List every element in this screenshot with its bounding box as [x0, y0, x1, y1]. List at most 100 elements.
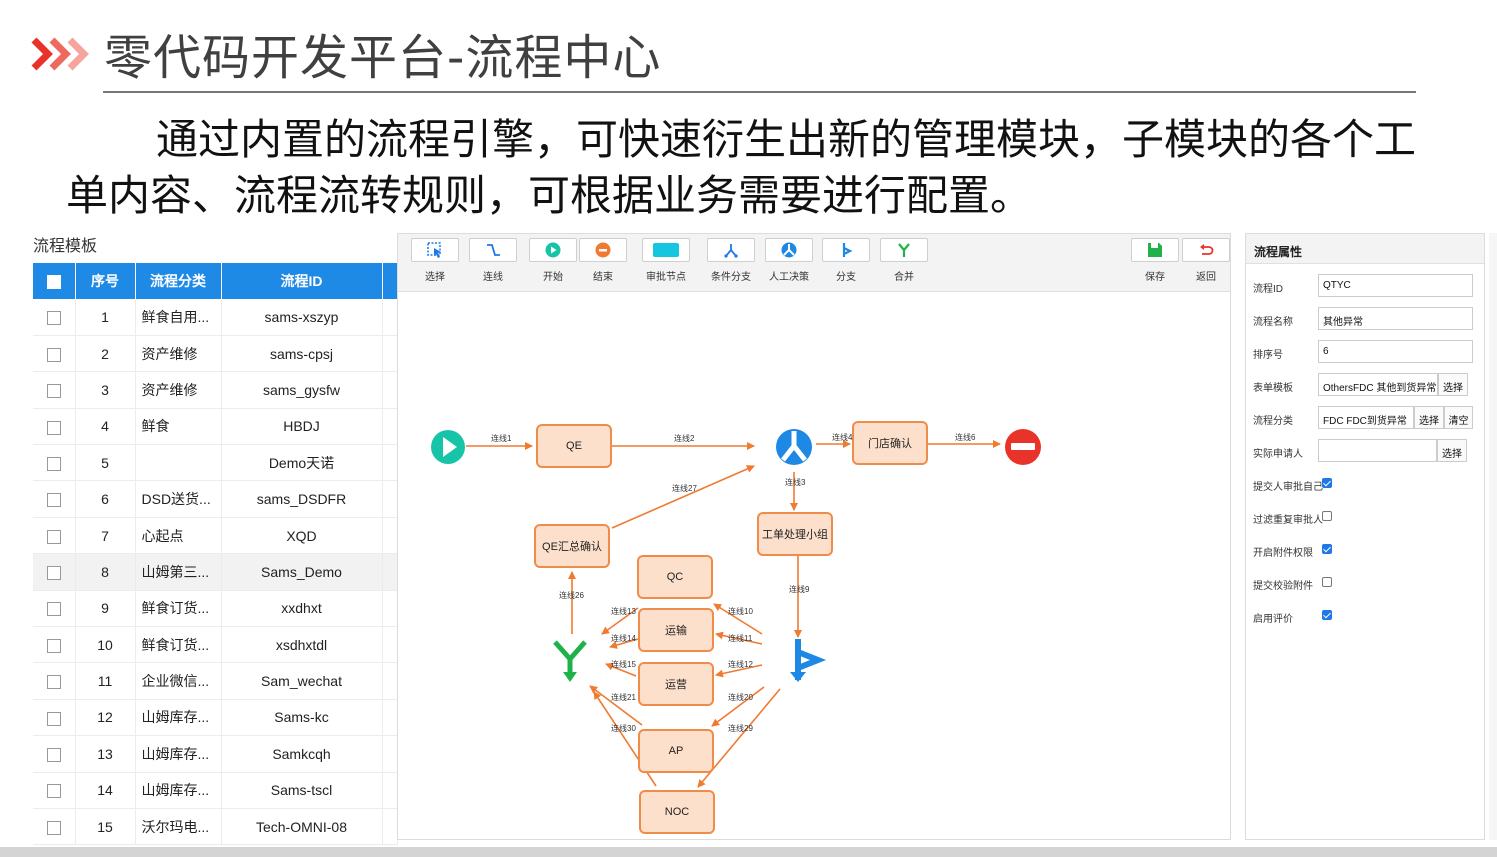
- attach-check-label: 提交校验附件: [1253, 581, 1313, 592]
- row-select-cell[interactable]: [33, 662, 76, 700]
- row-select-cell[interactable]: [33, 444, 76, 482]
- row-select-cell[interactable]: [33, 699, 76, 737]
- row-checkbox[interactable]: [46, 675, 61, 690]
- edge-label-30: 连线30: [611, 724, 636, 733]
- category-input[interactable]: FDC FDC到货异常: [1318, 406, 1414, 429]
- start-node[interactable]: [431, 430, 465, 464]
- table-header-row: 序号 流程分类 流程ID: [33, 263, 398, 299]
- node-transport[interactable]: 运输: [638, 608, 714, 652]
- edge-label-11: 连线11: [728, 634, 753, 643]
- applicant-input[interactable]: [1318, 439, 1437, 462]
- column-header-flow-id[interactable]: 流程ID: [221, 263, 383, 299]
- row-checkbox[interactable]: [46, 638, 61, 653]
- row-flow-id: sams_DSDFR: [221, 480, 383, 518]
- category-select-button[interactable]: 选择: [1414, 406, 1444, 429]
- node-ticket-team[interactable]: 工单处理小组: [757, 512, 833, 556]
- row-category: 沃尔玛电...: [135, 808, 222, 846]
- self-approve-checkbox[interactable]: [1322, 478, 1332, 488]
- table-row[interactable]: 4 鲜食 HBDJ: [33, 408, 398, 446]
- row-checkbox[interactable]: [46, 602, 61, 617]
- table-row[interactable]: 8 山姆第三... Sams_Demo: [33, 553, 398, 591]
- row-checkbox[interactable]: [46, 311, 61, 326]
- select-all-checkbox[interactable]: [46, 275, 61, 290]
- row-no: 8: [75, 553, 136, 591]
- form-select-button[interactable]: 选择: [1438, 373, 1468, 396]
- row-checkbox[interactable]: [46, 748, 61, 763]
- edge-label-27: 连线27: [672, 484, 697, 493]
- row-checkbox[interactable]: [46, 347, 61, 362]
- attach-perm-checkbox[interactable]: [1322, 544, 1332, 554]
- row-spacer: [382, 626, 398, 664]
- row-checkbox[interactable]: [46, 566, 61, 581]
- prop-row-flow-name: 流程名称 其他异常: [1246, 307, 1486, 331]
- row-spacer: [382, 590, 398, 628]
- select-all-header[interactable]: [33, 263, 76, 299]
- row-checkbox[interactable]: [46, 456, 61, 471]
- row-select-cell[interactable]: [33, 371, 76, 409]
- row-select-cell[interactable]: [33, 335, 76, 373]
- table-row[interactable]: 9 鲜食订货... xxdhxt: [33, 590, 398, 628]
- table-row[interactable]: 12 山姆库存... Sams-kc: [33, 699, 398, 737]
- column-header-spacer: [382, 263, 398, 299]
- node-ap[interactable]: AP: [638, 729, 714, 773]
- row-select-cell[interactable]: [33, 480, 76, 518]
- table-row[interactable]: 7 心起点 XQD: [33, 517, 398, 555]
- row-checkbox[interactable]: [46, 711, 61, 726]
- flow-id-input[interactable]: QTYC: [1318, 274, 1473, 297]
- merge-node[interactable]: [553, 640, 587, 682]
- row-select-cell[interactable]: [33, 408, 76, 446]
- row-checkbox[interactable]: [46, 820, 61, 835]
- node-store-confirm[interactable]: 门店确认: [852, 421, 928, 465]
- row-select-cell[interactable]: [33, 299, 76, 336]
- end-node[interactable]: [1005, 429, 1041, 465]
- edge-label-1: 连线1: [491, 434, 512, 443]
- flow-name-input[interactable]: 其他异常: [1318, 307, 1473, 330]
- row-select-cell[interactable]: [33, 735, 76, 773]
- node-operation[interactable]: 运营: [638, 662, 714, 706]
- row-select-cell[interactable]: [33, 553, 76, 591]
- row-flow-id: Samkcqh: [221, 735, 383, 773]
- edge-27[interactable]: [611, 465, 755, 529]
- table-row[interactable]: 2 资产维修 sams-cpsj: [33, 335, 398, 373]
- attach-check-checkbox[interactable]: [1322, 577, 1332, 587]
- column-header-no[interactable]: 序号: [75, 263, 136, 299]
- row-select-cell[interactable]: [33, 590, 76, 628]
- table-row[interactable]: 6 DSD送货... sams_DSDFR: [33, 480, 398, 518]
- fork-node[interactable]: [790, 639, 827, 682]
- column-header-category[interactable]: 流程分类: [135, 263, 222, 299]
- table-row[interactable]: 15 沃尔玛电... Tech-OMNI-08: [33, 808, 398, 846]
- rating-checkbox[interactable]: [1322, 610, 1332, 620]
- category-clear-button[interactable]: 清空: [1444, 406, 1473, 429]
- applicant-select-button[interactable]: 选择: [1437, 439, 1467, 462]
- table-row[interactable]: 11 企业微信... Sam_wechat: [33, 662, 398, 700]
- row-select-cell[interactable]: [33, 626, 76, 664]
- row-select-cell[interactable]: [33, 517, 76, 555]
- node-qe-summary[interactable]: QE汇总确认: [534, 524, 610, 568]
- sort-input[interactable]: 6: [1318, 340, 1473, 363]
- row-no: 10: [75, 626, 136, 664]
- form-input[interactable]: OthersFDC 其他到货异常: [1318, 373, 1438, 396]
- node-noc[interactable]: NOC: [639, 790, 715, 834]
- table-row[interactable]: 10 鲜食订货... xsdhxtdl: [33, 626, 398, 664]
- right-edge-strip: [1489, 233, 1497, 840]
- edge-label-9: 连线9: [789, 585, 810, 594]
- table-row[interactable]: 14 山姆库存... Sams-tscl: [33, 772, 398, 809]
- row-checkbox[interactable]: [46, 493, 61, 508]
- row-select-cell[interactable]: [33, 772, 76, 809]
- table-row[interactable]: 3 资产维修 sams_gysfw: [33, 371, 398, 409]
- row-checkbox[interactable]: [46, 529, 61, 544]
- filter-dup-checkbox[interactable]: [1322, 511, 1332, 521]
- table-row[interactable]: 13 山姆库存... Samkcqh: [33, 735, 398, 773]
- row-select-cell[interactable]: [33, 808, 76, 846]
- row-checkbox[interactable]: [46, 784, 61, 799]
- node-qe[interactable]: QE: [536, 424, 612, 468]
- row-checkbox[interactable]: [46, 384, 61, 399]
- slide-title: 零代码开发平台-流程中心: [104, 30, 662, 86]
- table-row[interactable]: 5 Demo天诺: [33, 444, 398, 482]
- table-row[interactable]: 1 鲜食自用... sams-xszyp: [33, 299, 398, 336]
- row-checkbox[interactable]: [46, 420, 61, 435]
- edge-label-13: 连线13: [611, 607, 636, 616]
- node-qc[interactable]: QC: [637, 555, 713, 599]
- manual-decision-node[interactable]: [776, 429, 812, 465]
- filter-dup-label: 过滤重复审批人: [1253, 515, 1323, 526]
